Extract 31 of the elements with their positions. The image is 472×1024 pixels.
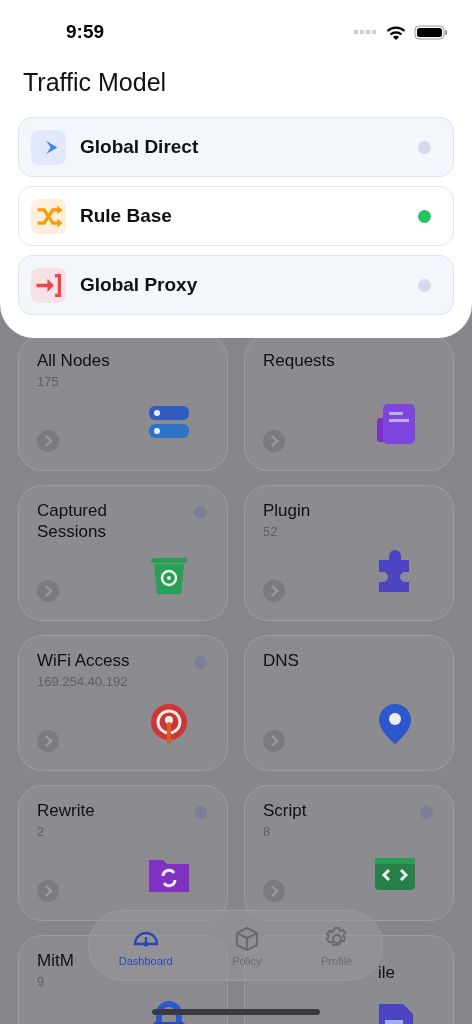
mode-option[interactable]: Global Direct <box>18 117 454 177</box>
chevron-icon[interactable] <box>37 580 59 602</box>
card-title: Plugin <box>263 500 311 521</box>
sheet-title: Traffic Model <box>23 68 168 97</box>
mode-option[interactable]: Rule Base <box>18 186 454 246</box>
card-title: Script <box>263 800 307 821</box>
card-title: Rewrite <box>37 800 95 821</box>
status-time: 9:59 <box>66 21 105 43</box>
feature-card[interactable]: Captured Sessions <box>18 485 228 621</box>
chevron-icon[interactable] <box>37 730 59 752</box>
shuffle-icon <box>31 198 66 234</box>
signal-icon <box>354 29 378 35</box>
card-title: All Nodes <box>37 350 110 371</box>
wifi-icon <box>386 24 406 40</box>
feature-card[interactable]: DNS <box>244 635 454 771</box>
card-title: WiFi Access <box>37 650 130 671</box>
chevron-icon[interactable] <box>37 430 59 452</box>
card-title: ile <box>378 962 395 983</box>
mode-option[interactable]: Global Proxy <box>18 255 454 315</box>
chevron-icon[interactable] <box>263 580 285 602</box>
chevron-icon[interactable] <box>37 880 59 902</box>
chevron-icon[interactable] <box>263 880 285 902</box>
login-icon <box>31 267 66 303</box>
feature-card[interactable]: Requests <box>244 335 454 471</box>
card-title: Captured Sessions <box>37 500 108 542</box>
chevron-icon[interactable] <box>263 430 285 452</box>
battery-icon <box>414 24 448 40</box>
chevron-icon[interactable] <box>263 730 285 752</box>
card-title: Requests <box>263 350 335 371</box>
card-title: DNS <box>263 650 299 671</box>
card-title: MitM <box>37 950 74 971</box>
